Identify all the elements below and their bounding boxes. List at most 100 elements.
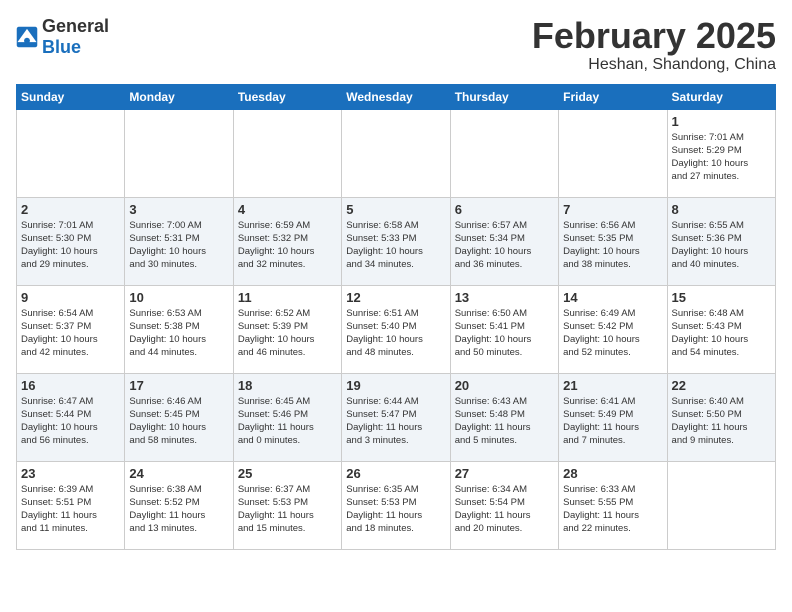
day-info: Sunrise: 6:53 AM Sunset: 5:38 PM Dayligh… <box>129 307 228 360</box>
day-info: Sunrise: 6:58 AM Sunset: 5:33 PM Dayligh… <box>346 219 445 272</box>
calendar-cell: 2 Sunrise: 7:01 AM Sunset: 5:30 PM Daylig… <box>17 197 125 285</box>
day-info: Sunrise: 6:37 AM Sunset: 5:53 PM Dayligh… <box>238 483 337 536</box>
calendar-cell: 12 Sunrise: 6:51 AM Sunset: 5:40 PM Dayli… <box>342 285 450 373</box>
calendar-cell: 17 Sunrise: 6:46 AM Sunset: 5:45 PM Dayli… <box>125 373 233 461</box>
calendar-cell <box>667 461 775 549</box>
day-info: Sunrise: 6:54 AM Sunset: 5:37 PM Dayligh… <box>21 307 120 360</box>
calendar-cell: 23 Sunrise: 6:39 AM Sunset: 5:51 PM Dayli… <box>17 461 125 549</box>
day-number: 12 <box>346 290 445 305</box>
day-info: Sunrise: 6:57 AM Sunset: 5:34 PM Dayligh… <box>455 219 554 272</box>
calendar-cell <box>125 109 233 197</box>
day-number: 26 <box>346 466 445 481</box>
calendar-week-row: 16 Sunrise: 6:47 AM Sunset: 5:44 PM Dayli… <box>17 373 776 461</box>
calendar-subtitle: Heshan, Shandong, China <box>532 56 776 74</box>
logo-blue: Blue <box>42 37 81 57</box>
day-number: 24 <box>129 466 228 481</box>
day-info: Sunrise: 6:41 AM Sunset: 5:49 PM Dayligh… <box>563 395 662 448</box>
day-number: 19 <box>346 378 445 393</box>
day-number: 16 <box>21 378 120 393</box>
calendar-cell: 9 Sunrise: 6:54 AM Sunset: 5:37 PM Daylig… <box>17 285 125 373</box>
day-of-week-header: Thursday <box>450 84 558 109</box>
day-info: Sunrise: 7:01 AM Sunset: 5:29 PM Dayligh… <box>672 131 771 184</box>
day-info: Sunrise: 6:33 AM Sunset: 5:55 PM Dayligh… <box>563 483 662 536</box>
day-info: Sunrise: 6:40 AM Sunset: 5:50 PM Dayligh… <box>672 395 771 448</box>
day-info: Sunrise: 6:59 AM Sunset: 5:32 PM Dayligh… <box>238 219 337 272</box>
calendar-cell <box>233 109 341 197</box>
day-info: Sunrise: 6:43 AM Sunset: 5:48 PM Dayligh… <box>455 395 554 448</box>
day-number: 15 <box>672 290 771 305</box>
calendar-week-row: 2 Sunrise: 7:01 AM Sunset: 5:30 PM Daylig… <box>17 197 776 285</box>
calendar-table: SundayMondayTuesdayWednesdayThursdayFrid… <box>16 84 776 550</box>
day-of-week-header: Tuesday <box>233 84 341 109</box>
calendar-week-row: 1 Sunrise: 7:01 AM Sunset: 5:29 PM Daylig… <box>17 109 776 197</box>
day-of-week-header: Sunday <box>17 84 125 109</box>
day-number: 18 <box>238 378 337 393</box>
calendar-cell: 11Sunrise: 6:52 AM Sunset: 5:39 PM Dayli… <box>233 285 341 373</box>
logo: General Blue <box>16 16 109 58</box>
logo-icon <box>16 26 38 48</box>
calendar-week-row: 9 Sunrise: 6:54 AM Sunset: 5:37 PM Daylig… <box>17 285 776 373</box>
calendar-cell: 13 Sunrise: 6:50 AM Sunset: 5:41 PM Dayli… <box>450 285 558 373</box>
calendar-cell: 3Sunrise: 7:00 AM Sunset: 5:31 PM Daylig… <box>125 197 233 285</box>
day-number: 5 <box>346 202 445 217</box>
day-number: 13 <box>455 290 554 305</box>
logo-text: General Blue <box>42 16 109 58</box>
day-info: Sunrise: 6:49 AM Sunset: 5:42 PM Dayligh… <box>563 307 662 360</box>
calendar-title: February 2025 <box>532 16 776 56</box>
calendar-cell <box>450 109 558 197</box>
day-of-week-header: Monday <box>125 84 233 109</box>
day-info: Sunrise: 6:45 AM Sunset: 5:46 PM Dayligh… <box>238 395 337 448</box>
calendar-cell: 1 Sunrise: 7:01 AM Sunset: 5:29 PM Daylig… <box>667 109 775 197</box>
calendar-cell: 26 Sunrise: 6:35 AM Sunset: 5:53 PM Dayli… <box>342 461 450 549</box>
calendar-cell: 25 Sunrise: 6:37 AM Sunset: 5:53 PM Dayli… <box>233 461 341 549</box>
day-number: 25 <box>238 466 337 481</box>
calendar-week-row: 23 Sunrise: 6:39 AM Sunset: 5:51 PM Dayli… <box>17 461 776 549</box>
day-number: 21 <box>563 378 662 393</box>
header-row: SundayMondayTuesdayWednesdayThursdayFrid… <box>17 84 776 109</box>
day-number: 6 <box>455 202 554 217</box>
day-of-week-header: Friday <box>559 84 667 109</box>
day-of-week-header: Wednesday <box>342 84 450 109</box>
calendar-cell: 24 Sunrise: 6:38 AM Sunset: 5:52 PM Dayli… <box>125 461 233 549</box>
calendar-cell: 7Sunrise: 6:56 AM Sunset: 5:35 PM Daylig… <box>559 197 667 285</box>
calendar-cell <box>559 109 667 197</box>
calendar-cell: 18 Sunrise: 6:45 AM Sunset: 5:46 PM Dayli… <box>233 373 341 461</box>
day-info: Sunrise: 7:01 AM Sunset: 5:30 PM Dayligh… <box>21 219 120 272</box>
day-info: Sunrise: 6:35 AM Sunset: 5:53 PM Dayligh… <box>346 483 445 536</box>
day-info: Sunrise: 6:50 AM Sunset: 5:41 PM Dayligh… <box>455 307 554 360</box>
day-info: Sunrise: 6:34 AM Sunset: 5:54 PM Dayligh… <box>455 483 554 536</box>
calendar-cell: 5 Sunrise: 6:58 AM Sunset: 5:33 PM Daylig… <box>342 197 450 285</box>
day-info: Sunrise: 6:48 AM Sunset: 5:43 PM Dayligh… <box>672 307 771 360</box>
day-number: 10 <box>129 290 228 305</box>
calendar-cell: 16 Sunrise: 6:47 AM Sunset: 5:44 PM Dayli… <box>17 373 125 461</box>
calendar-cell <box>342 109 450 197</box>
day-number: 20 <box>455 378 554 393</box>
calendar-cell: 22Sunrise: 6:40 AM Sunset: 5:50 PM Dayli… <box>667 373 775 461</box>
calendar-cell: 20 Sunrise: 6:43 AM Sunset: 5:48 PM Dayli… <box>450 373 558 461</box>
calendar-cell: 27 Sunrise: 6:34 AM Sunset: 5:54 PM Dayli… <box>450 461 558 549</box>
day-number: 28 <box>563 466 662 481</box>
calendar-cell: 19 Sunrise: 6:44 AM Sunset: 5:47 PM Dayli… <box>342 373 450 461</box>
day-info: Sunrise: 6:38 AM Sunset: 5:52 PM Dayligh… <box>129 483 228 536</box>
day-info: Sunrise: 6:51 AM Sunset: 5:40 PM Dayligh… <box>346 307 445 360</box>
day-number: 2 <box>21 202 120 217</box>
title-area: February 2025 Heshan, Shandong, China <box>532 16 776 74</box>
day-of-week-header: Saturday <box>667 84 775 109</box>
calendar-cell: 15 Sunrise: 6:48 AM Sunset: 5:43 PM Dayli… <box>667 285 775 373</box>
calendar-cell <box>17 109 125 197</box>
day-info: Sunrise: 6:39 AM Sunset: 5:51 PM Dayligh… <box>21 483 120 536</box>
day-number: 4 <box>238 202 337 217</box>
day-info: Sunrise: 6:56 AM Sunset: 5:35 PM Dayligh… <box>563 219 662 272</box>
day-info: Sunrise: 6:44 AM Sunset: 5:47 PM Dayligh… <box>346 395 445 448</box>
day-info: Sunrise: 6:47 AM Sunset: 5:44 PM Dayligh… <box>21 395 120 448</box>
day-info: Sunrise: 6:46 AM Sunset: 5:45 PM Dayligh… <box>129 395 228 448</box>
calendar-cell: 4 Sunrise: 6:59 AM Sunset: 5:32 PM Daylig… <box>233 197 341 285</box>
day-info: Sunrise: 6:52 AM Sunset: 5:39 PM Dayligh… <box>238 307 337 360</box>
day-number: 1 <box>672 114 771 129</box>
day-number: 27 <box>455 466 554 481</box>
day-number: 9 <box>21 290 120 305</box>
day-number: 23 <box>21 466 120 481</box>
day-info: Sunrise: 6:55 AM Sunset: 5:36 PM Dayligh… <box>672 219 771 272</box>
day-number: 17 <box>129 378 228 393</box>
day-number: 14 <box>563 290 662 305</box>
